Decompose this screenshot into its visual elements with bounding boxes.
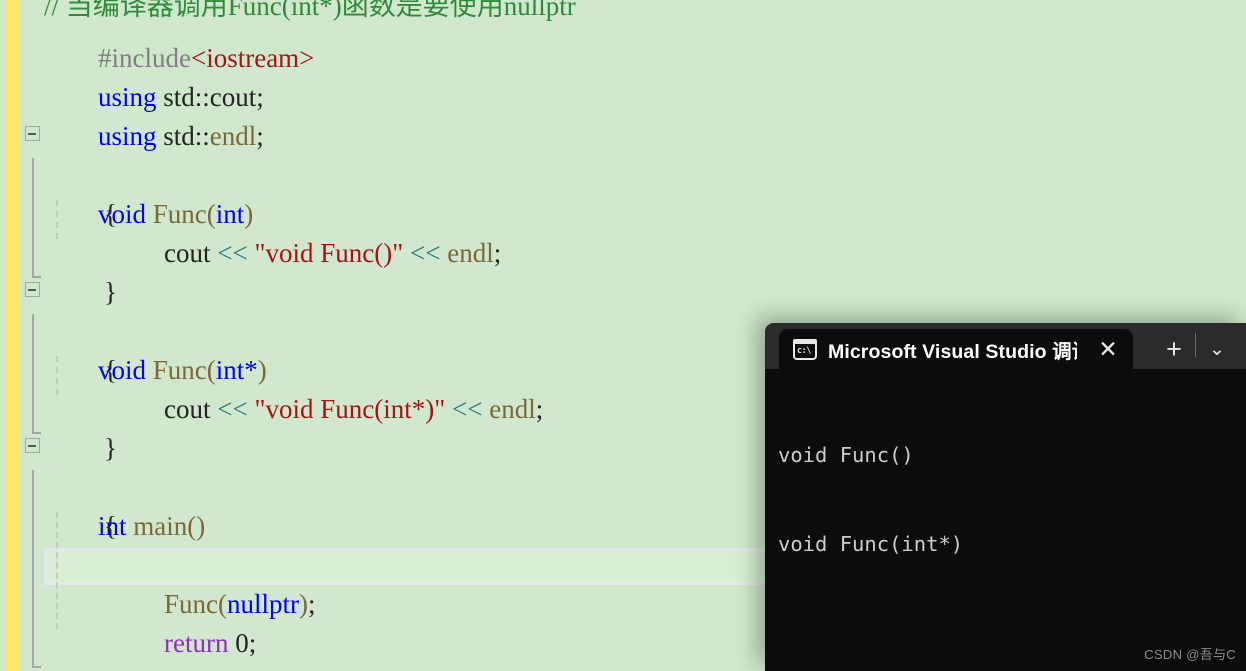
new-tab-icon[interactable]: + bbox=[1153, 329, 1195, 369]
console-line: void Func(int*) bbox=[778, 531, 964, 556]
code-line[interactable]: #include<iostream> bbox=[0, 0, 1246, 73]
console-tab[interactable]: c:\ Microsoft Visual Studio 调试挂 ✕ bbox=[779, 329, 1133, 369]
code-line[interactable]: cout << "void Func()" << endl; bbox=[0, 195, 1246, 268]
code-line[interactable]: using std::endl; bbox=[0, 78, 1246, 151]
code-line-text: Func(nullptr); bbox=[164, 589, 316, 619]
code-line-text: } bbox=[104, 663, 117, 671]
outlining-rail bbox=[31, 158, 41, 278]
watermark: CSDN @吾与C bbox=[1144, 647, 1236, 662]
chevron-down-icon[interactable]: ⌄ bbox=[1196, 329, 1238, 369]
outlining-rail bbox=[31, 314, 41, 434]
console-titlebar[interactable]: c:\ Microsoft Visual Studio 调试挂 ✕ + ⌄ bbox=[765, 323, 1246, 369]
debug-console-window[interactable]: c:\ Microsoft Visual Studio 调试挂 ✕ + ⌄ vo… bbox=[765, 323, 1246, 671]
indent-guide bbox=[56, 512, 58, 629]
outlining-rail bbox=[31, 470, 41, 668]
code-line[interactable]: void Func(int*) bbox=[0, 273, 1246, 385]
collapse-toggle-icon[interactable] bbox=[25, 282, 40, 297]
code-line[interactable]: void Func(int) bbox=[0, 117, 1246, 229]
code-line[interactable]: using std::cout; bbox=[0, 39, 1246, 112]
console-tab-title: Microsoft Visual Studio 调试挂 bbox=[828, 340, 1077, 363]
code-line[interactable]: { bbox=[0, 156, 1246, 229]
close-icon[interactable]: ✕ bbox=[1091, 332, 1125, 366]
collapse-toggle-icon[interactable] bbox=[25, 438, 40, 453]
indent-guide bbox=[56, 356, 58, 395]
indent-guide bbox=[56, 200, 58, 239]
console-output[interactable]: void Func() void Func(int*) C:\Users\250… bbox=[765, 369, 1246, 671]
terminal-icon-glyph: c:\ bbox=[797, 345, 811, 356]
collapse-toggle-icon[interactable] bbox=[25, 126, 40, 141]
console-line: void Func() bbox=[778, 443, 914, 467]
screenshot-root: // 当编译器调用Func(int*)函数是要使用nullptr #includ… bbox=[0, 0, 1246, 671]
terminal-icon: c:\ bbox=[793, 338, 817, 360]
code-line[interactable]: } bbox=[0, 234, 1246, 307]
